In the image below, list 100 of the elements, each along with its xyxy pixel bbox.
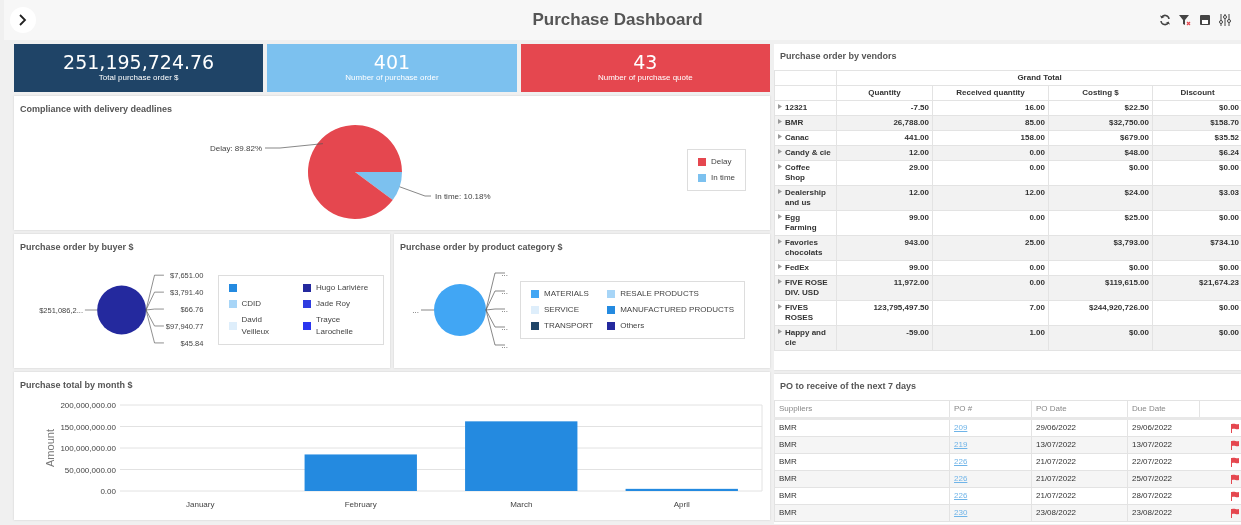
axis-tick-label: March <box>510 499 533 509</box>
table-cell: $734.10 <box>1152 235 1241 260</box>
column-header: Grand Total <box>836 70 1241 85</box>
legend-label: CDID <box>241 297 262 310</box>
column-header[interactable]: Suppliers <box>774 400 950 418</box>
kpi-label: Total purchase order $ <box>97 72 180 85</box>
panel-title: PO to receive of the next 7 days <box>779 380 918 393</box>
table-cell: 0.00 <box>932 275 1049 300</box>
data-label: $45.84 <box>180 338 204 348</box>
table-cell: 13/07/2022 <box>1132 439 1173 450</box>
table-cell: $24.00 <box>1048 185 1153 210</box>
panel-title: Purchase order by product category $ <box>400 241 564 254</box>
clear-filter-icon[interactable] <box>1179 14 1191 26</box>
expand-button[interactable] <box>10 7 36 33</box>
data-label: $7,651.00 <box>170 270 204 280</box>
table-cell: $21,674.23 <box>1152 275 1241 300</box>
expand-icon[interactable] <box>778 263 782 269</box>
refresh-icon[interactable] <box>1159 14 1171 26</box>
table-cell: 7.00 <box>932 300 1049 325</box>
data-label: ... <box>501 322 508 332</box>
column-header[interactable]: Due Date <box>1127 400 1200 418</box>
table-cell: 0.00 <box>932 210 1049 235</box>
column-header: Quantity <box>836 85 933 100</box>
expand-icon[interactable] <box>778 238 782 244</box>
axis-tick-label: 200,000,000.00 <box>60 400 116 410</box>
axis-tick-label: 50,000,000.00 <box>64 465 116 474</box>
table-cell: -59.00 <box>836 325 933 350</box>
flag-icon <box>1230 507 1240 518</box>
data-label: $97,940.77 <box>165 321 204 331</box>
axis-title: Amount <box>44 428 56 467</box>
column-header[interactable]: PO Date <box>1031 400 1128 418</box>
expand-icon[interactable] <box>778 133 782 139</box>
expand-icon[interactable] <box>778 278 782 284</box>
table-cell: 1.00 <box>932 325 1049 350</box>
table-cell: $0.00 <box>1048 160 1153 185</box>
table-cell: BMR <box>774 418 950 436</box>
table-cell: 12.00 <box>836 185 933 210</box>
data-label: ... <box>501 268 508 278</box>
axis-tick-label: 0.00 <box>100 486 116 496</box>
table-cell: 22/07/2022 <box>1132 456 1173 467</box>
legend-label: David Veilleux <box>241 313 271 338</box>
table-cell: $0.00 <box>1048 325 1153 350</box>
table-cell: 25.00 <box>932 235 1049 260</box>
panel-title: Purchase total by month $ <box>20 379 134 392</box>
axis-tick-label: 150,000,000.00 <box>60 422 116 431</box>
legend-label: Trayce Larochelle <box>316 313 354 338</box>
expand-icon[interactable] <box>778 328 782 334</box>
leader-line <box>420 309 435 310</box>
axis-tick-label: February <box>344 499 377 509</box>
kpi-label: Number of purchase order <box>344 72 440 85</box>
settings-sliders-icon[interactable] <box>1219 14 1231 26</box>
data-label: ... <box>501 340 508 350</box>
table-cell: 29.00 <box>836 160 933 185</box>
panel-title: Purchase order by vendors <box>779 50 898 63</box>
table-cell: 23/08/2022 <box>1132 507 1173 518</box>
table-cell: 943.00 <box>836 235 933 260</box>
expand-icon[interactable] <box>778 163 782 169</box>
legend-label: Others <box>620 319 645 332</box>
expand-icon[interactable] <box>778 188 782 194</box>
axis-tick-label: January <box>186 499 215 509</box>
expand-icon[interactable] <box>778 118 782 124</box>
flag-icon <box>1230 422 1240 433</box>
data-label: $66.76 <box>180 304 204 314</box>
expand-icon[interactable] <box>778 303 782 309</box>
flag-icon <box>1230 490 1240 501</box>
kpi-value: 401 <box>372 51 412 73</box>
panel-title: Compliance with delivery deadlines <box>20 103 174 116</box>
table-cell: $3,793.00 <box>1048 235 1153 260</box>
expand-icon[interactable] <box>778 148 782 154</box>
table-cell: $244,920,726.00 <box>1048 300 1153 325</box>
leader-line <box>399 186 432 197</box>
table-cell: $0.00 <box>1048 260 1153 275</box>
column-header[interactable]: PO # <box>949 400 1032 418</box>
axis-tick-label: April <box>673 499 690 509</box>
table-cell: 0.00 <box>932 260 1049 275</box>
save-icon[interactable] <box>1199 14 1211 26</box>
pie-chart-circle <box>97 285 147 334</box>
table-cell: $22.50 <box>1048 100 1153 115</box>
kpi-label: Number of purchase quote <box>596 72 694 85</box>
legend-label: Hugo Larivière <box>316 281 369 294</box>
legend-label: SERVICE <box>544 303 579 316</box>
table-cell: 123,795,497.50 <box>836 300 933 325</box>
legend-label: RESALE PRODUCTS <box>620 287 699 300</box>
table-cell: 0.00 <box>932 160 1049 185</box>
table-cell: $3.03 <box>1152 185 1241 210</box>
table-cell: $119,615.00 <box>1048 275 1153 300</box>
data-label: Delay: 89.82% <box>209 143 262 153</box>
kpi-value: 43 <box>632 51 659 73</box>
expand-icon[interactable] <box>778 213 782 219</box>
flag-icon <box>1230 456 1240 467</box>
table-cell: 28/07/2022 <box>1132 490 1173 501</box>
table-cell: $0.00 <box>1152 325 1241 350</box>
table-cell: 21/07/2022 <box>1031 487 1128 504</box>
table-cell: 12.00 <box>932 185 1049 210</box>
data-label: ... <box>501 304 508 314</box>
table-cell: 29/06/2022 <box>1031 418 1128 436</box>
table-cell: -7.50 <box>836 100 933 115</box>
axis-tick-label: 100,000,000.00 <box>60 443 116 453</box>
expand-icon[interactable] <box>778 103 782 109</box>
leader-line <box>84 309 98 310</box>
